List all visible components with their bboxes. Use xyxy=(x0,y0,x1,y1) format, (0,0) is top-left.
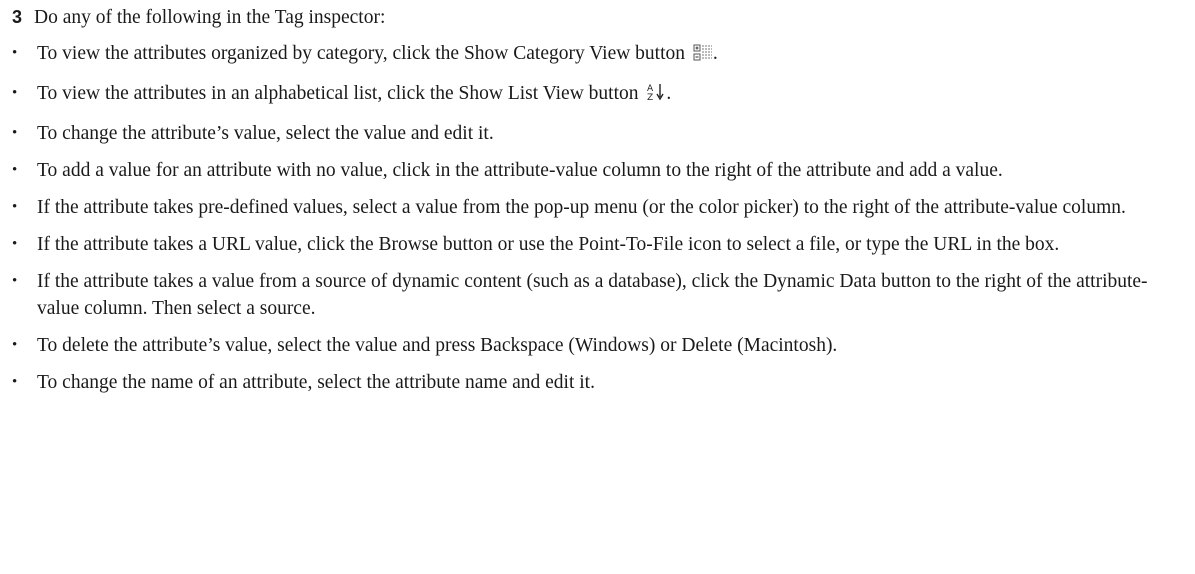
step-text: Do any of the following in the Tag inspe… xyxy=(34,7,386,28)
list-item-text: If the attribute takes a value from a so… xyxy=(37,271,1148,319)
list-item: • If the attribute takes a URL value, cl… xyxy=(12,231,1187,258)
list-item: • To view the attributes in an alphabeti… xyxy=(12,80,1187,110)
list-item: • To add a value for an attribute with n… xyxy=(12,157,1187,184)
bullet-marker: • xyxy=(12,337,18,353)
list-item: • To view the attributes organized by ca… xyxy=(12,40,1187,70)
list-item-text: To change the attribute’s value, select … xyxy=(37,123,494,144)
category-view-icon xyxy=(693,43,713,70)
list-item: • To change the attribute’s value, selec… xyxy=(12,120,1187,147)
list-item-text: To view the attributes organized by cate… xyxy=(37,43,686,64)
list-item-text: To change the name of an attribute, sele… xyxy=(37,372,595,393)
bullet-marker: • xyxy=(12,85,18,101)
list-item-text: If the attribute takes a URL value, clic… xyxy=(37,234,1060,255)
bullet-marker: • xyxy=(12,374,18,390)
sort-az-icon: A Z xyxy=(646,82,666,110)
bullet-marker: • xyxy=(12,199,18,215)
bullet-marker: • xyxy=(12,273,18,289)
list-item-text: If the attribute takes pre-defined value… xyxy=(37,197,1126,218)
list-item-text: To delete the attribute’s value, select … xyxy=(37,335,838,356)
list-item-suffix: . xyxy=(712,43,718,64)
bullet-marker: • xyxy=(12,236,18,252)
list-item: • If the attribute takes a value from a … xyxy=(12,268,1187,322)
step-number: 3 xyxy=(12,7,23,27)
list-item: • To delete the attribute’s value, selec… xyxy=(12,332,1187,359)
bullet-marker: • xyxy=(12,125,18,141)
bullet-list: • To view the attributes organized by ca… xyxy=(12,40,1195,396)
bullet-marker: • xyxy=(12,45,18,61)
bullet-marker: • xyxy=(12,162,18,178)
list-item-suffix: . xyxy=(666,83,672,104)
list-item: • If the attribute takes pre-defined val… xyxy=(12,194,1187,221)
list-item-text: To add a value for an attribute with no … xyxy=(37,160,1003,181)
svg-text:Z: Z xyxy=(647,93,653,102)
document-body: 3 Do any of the following in the Tag insp… xyxy=(0,0,1195,396)
list-item: • To change the name of an attribute, se… xyxy=(12,369,1187,396)
list-item-text: To view the attributes in an alphabetica… xyxy=(37,83,639,104)
step-heading: 3 Do any of the following in the Tag insp… xyxy=(12,0,1195,40)
